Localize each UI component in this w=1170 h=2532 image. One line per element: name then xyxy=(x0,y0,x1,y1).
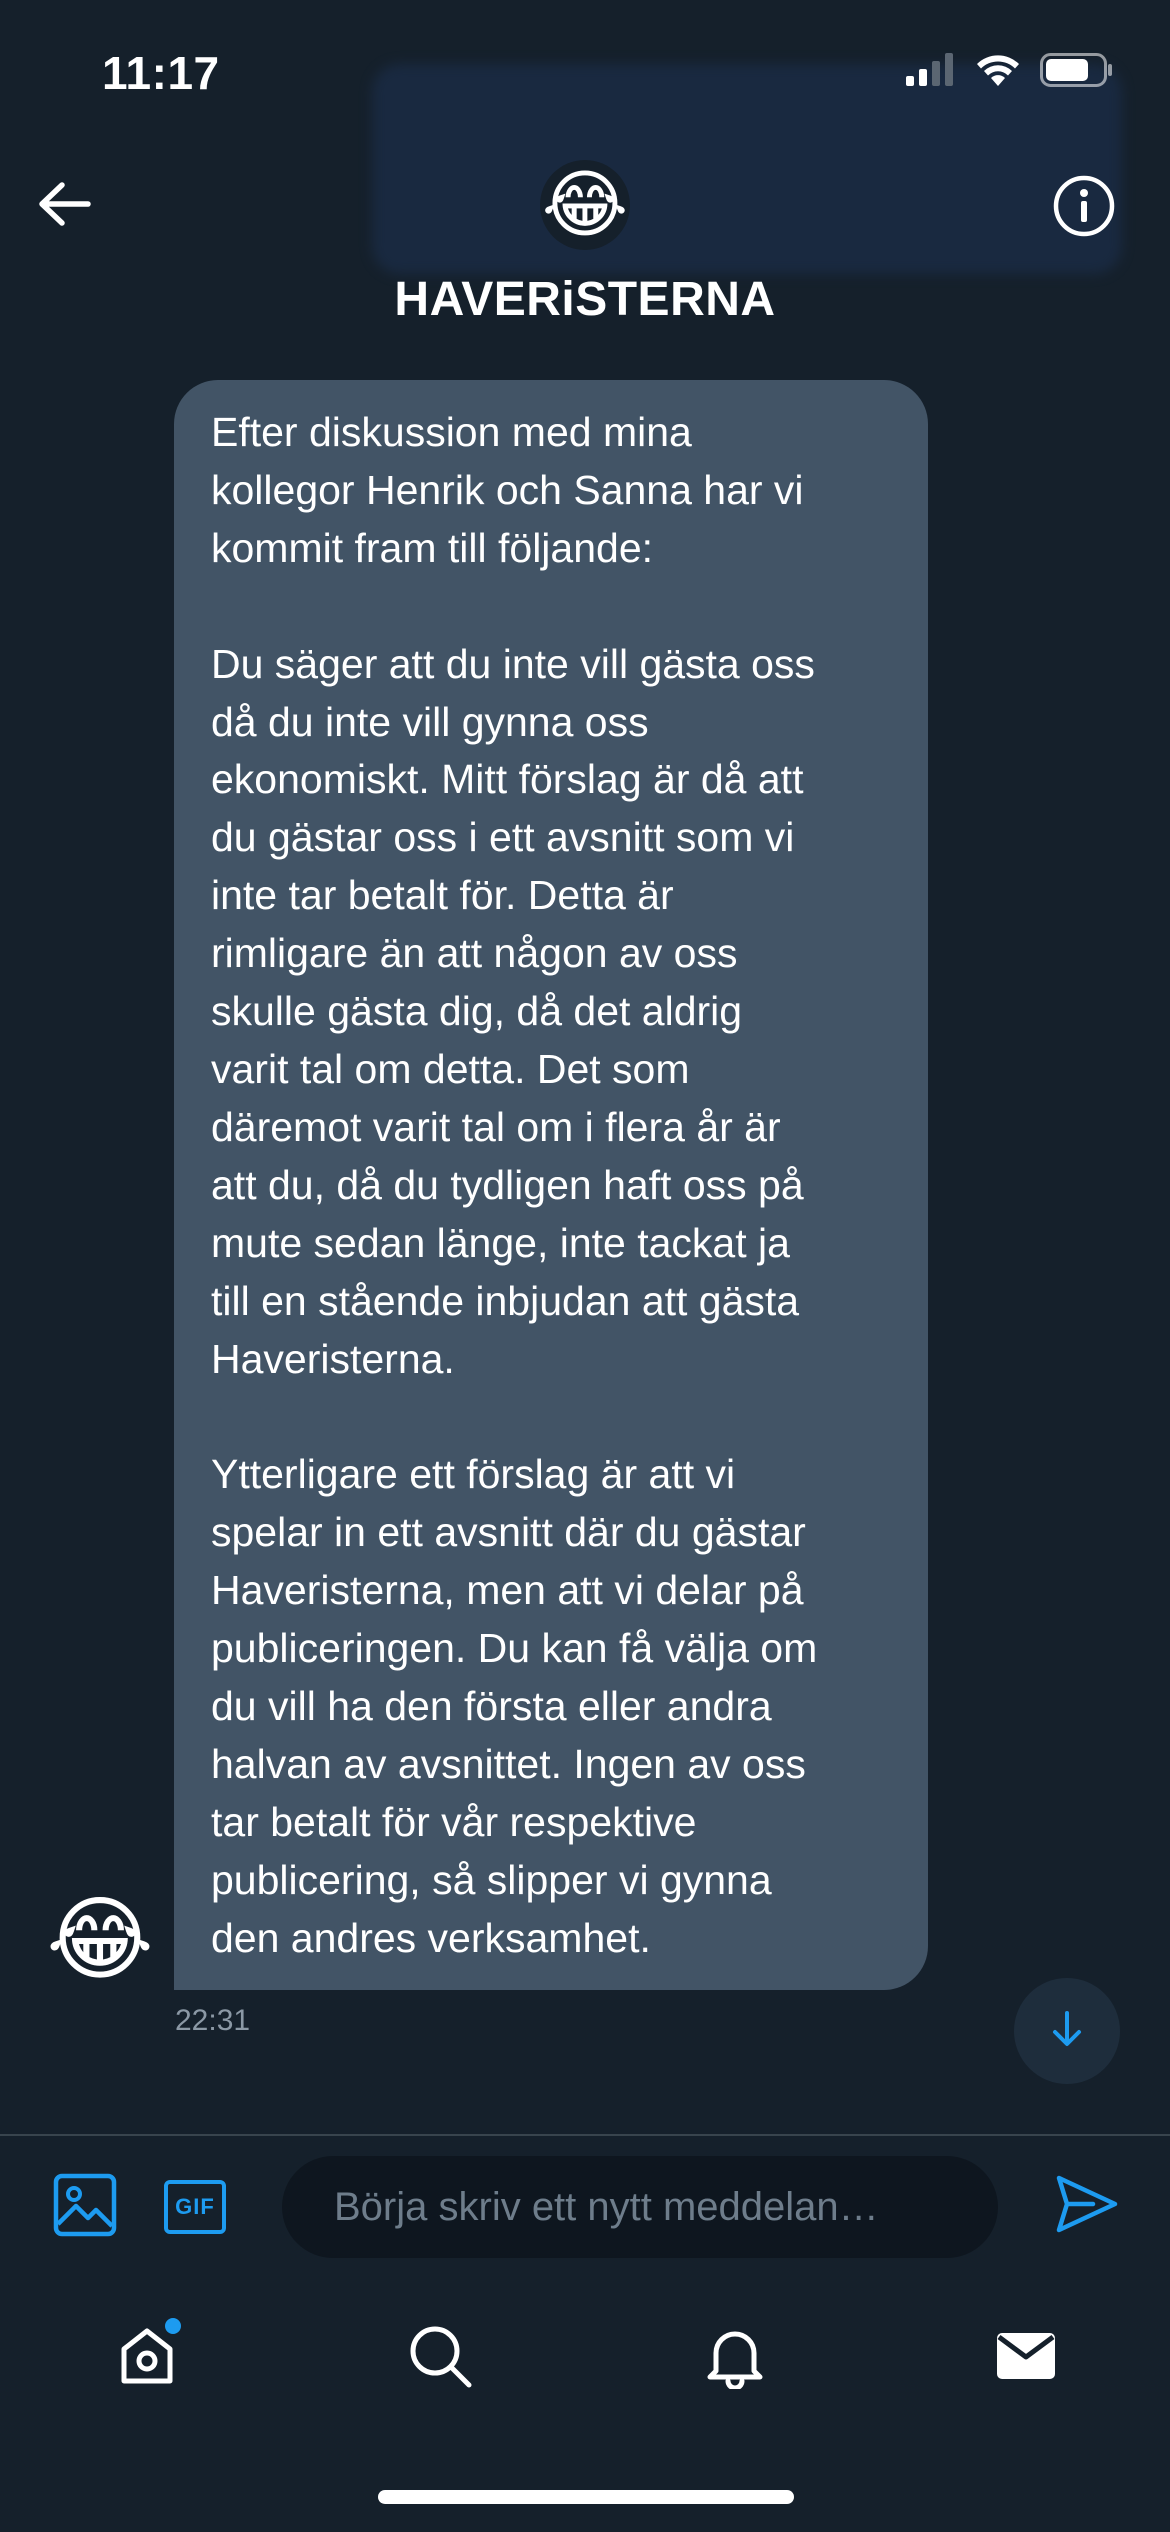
notification-dot xyxy=(165,2318,181,2334)
status-time: 11:17 xyxy=(102,47,220,99)
message-timestamp: 22:31 xyxy=(175,2004,251,2037)
dm-conversation-screen: 11:17 😂 HAVERiSTERNA Efter diskussion me… xyxy=(0,0,1170,2532)
tab-search[interactable] xyxy=(400,2318,480,2398)
arrow-left-icon xyxy=(36,180,92,233)
gif-label: GIF xyxy=(175,2194,215,2219)
sender-avatar[interactable]: 😂 xyxy=(46,1888,154,1992)
gif-icon: GIF xyxy=(164,2180,226,2234)
avatar-emoji: 😂 xyxy=(541,163,629,246)
sender-avatar-emoji: 😂 xyxy=(46,1889,154,1991)
home-indicator[interactable] xyxy=(378,2490,794,2504)
message-text: Efter diskussion med mina kollegor Henri… xyxy=(211,409,818,1961)
send-icon xyxy=(1053,2172,1119,2241)
add-image-button[interactable] xyxy=(50,2172,120,2242)
tab-home[interactable] xyxy=(107,2318,187,2398)
composer-divider xyxy=(0,2134,1170,2136)
cellular-signal-icon xyxy=(904,52,956,93)
tab-messages[interactable] xyxy=(986,2318,1066,2398)
wifi-icon xyxy=(974,52,1022,93)
message-input[interactable] xyxy=(282,2156,998,2258)
add-gif-button[interactable]: GIF xyxy=(160,2172,230,2242)
battery-icon xyxy=(1040,52,1114,93)
conversation-title[interactable]: HAVERiSTERNA xyxy=(0,272,1170,327)
image-icon xyxy=(52,2172,118,2243)
send-button[interactable] xyxy=(1050,2170,1122,2242)
info-button[interactable] xyxy=(1050,174,1118,242)
mail-icon xyxy=(993,2323,1059,2394)
search-icon xyxy=(407,2323,473,2394)
tab-notifications[interactable] xyxy=(695,2318,775,2398)
message-bubble[interactable]: Efter diskussion med mina kollegor Henri… xyxy=(174,380,928,1990)
back-button[interactable] xyxy=(30,172,98,240)
scroll-to-bottom-button[interactable] xyxy=(1014,1978,1120,2084)
status-icons xyxy=(904,52,1114,93)
arrow-down-icon xyxy=(1047,2009,1087,2054)
info-circle-icon xyxy=(1052,174,1116,243)
blurred-notification-banner xyxy=(372,64,1122,274)
conversation-avatar[interactable]: 😂 xyxy=(540,160,630,250)
bell-icon xyxy=(702,2323,768,2394)
